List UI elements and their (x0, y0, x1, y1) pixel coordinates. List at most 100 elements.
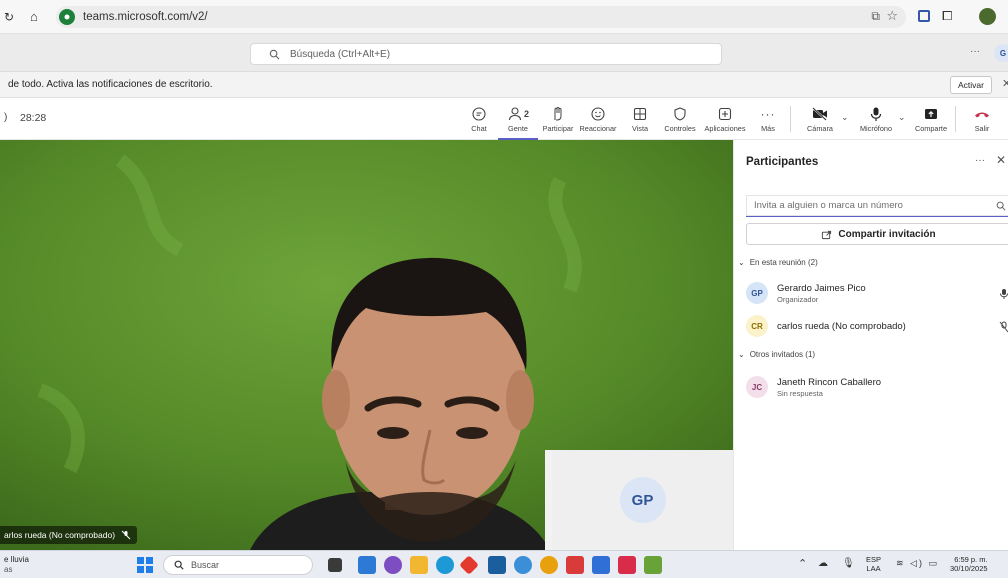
app-icon-4[interactable] (488, 556, 506, 574)
more-options-icon[interactable]: ··· (970, 46, 980, 57)
invited-row[interactable]: JC Janeth Rincon Caballero Sin respuesta (746, 376, 881, 398)
url-text: teams.microsoft.com/v2/ (83, 11, 208, 23)
people-icon (508, 107, 522, 121)
search-input[interactable]: Búsqueda (Ctrl+Alt+E) (250, 43, 722, 65)
search-icon (174, 560, 184, 570)
app-icon-5[interactable] (514, 556, 532, 574)
controls-label: Controles (664, 124, 696, 133)
raise-hand-icon (554, 107, 562, 121)
tray-chevron-icon[interactable]: ⌃ (798, 557, 807, 570)
share-button[interactable]: Comparte (911, 104, 951, 133)
panel-close-icon[interactable]: ✕ (996, 153, 1006, 167)
weather-line-1: e lluvia (4, 555, 29, 564)
back-icon[interactable]: ↻ (4, 10, 14, 24)
raise-hand-button[interactable]: Participar (538, 104, 578, 133)
camera-options-chevron-icon[interactable]: ⌄ (841, 112, 849, 123)
notification-text: de todo. Activa las notificaciones de es… (8, 79, 213, 90)
video-stage: GP arlos rueda (No comprobado) (0, 140, 733, 550)
language-line-1: ESP (866, 555, 882, 564)
microphone-icon (870, 107, 882, 121)
chrome-icon[interactable] (540, 556, 558, 574)
plus-box-icon (718, 107, 732, 121)
app-icon-3[interactable] (459, 555, 479, 575)
react-button[interactable]: Reaccionar (578, 104, 618, 133)
screen-cast-icon[interactable]: ⧉ (871, 9, 880, 24)
app-icon-6[interactable] (566, 556, 584, 574)
chat-icon (472, 107, 486, 121)
leave-button[interactable]: Salir (962, 104, 1002, 133)
chat-label: Chat (471, 124, 487, 133)
app-icon-8[interactable] (618, 556, 636, 574)
task-view-icon[interactable] (328, 558, 342, 572)
taskbar-search[interactable]: Buscar (163, 555, 313, 575)
mic-button[interactable]: Micrófono (856, 104, 896, 133)
people-button[interactable]: 2 Gente (498, 104, 538, 140)
weather-widget[interactable]: e lluvia as (4, 555, 29, 575)
windows-taskbar: e lluvia as Buscar ⌃ ☁ 🎙 ESP LAA ≋ ◁) ▭ … (0, 550, 1008, 578)
clock[interactable]: 6:59 p. m. 30/10/2025 (950, 555, 988, 573)
microphone-icon (1000, 289, 1008, 299)
panel-more-icon[interactable]: ··· (975, 155, 985, 166)
wifi-volume-battery-icons[interactable]: ≋ ◁) ▭ (896, 558, 939, 569)
self-view-tile[interactable]: GP (552, 450, 733, 550)
cloud-icon[interactable]: ☁ (818, 558, 828, 569)
in-meeting-section-header[interactable]: ⌄ En esta reunión (2) (738, 258, 818, 267)
app-icon-1[interactable] (358, 556, 376, 574)
view-button[interactable]: Vista (620, 104, 660, 133)
mic-options-chevron-icon[interactable]: ⌄ (898, 112, 906, 123)
teams-header: Búsqueda (Ctrl+Alt+E) ··· G (0, 34, 1008, 72)
timer-icon: ) (4, 112, 8, 123)
account-avatar[interactable]: G (994, 44, 1008, 62)
teams-app-icon[interactable] (644, 556, 662, 574)
participants-panel: Participantes ··· ✕ Invita a alguien o m… (733, 140, 1008, 550)
extensions-icon[interactable]: ⧠ (942, 8, 952, 24)
chevron-down-icon: ⌄ (738, 258, 745, 267)
mic-label: Micrófono (859, 124, 893, 133)
more-button[interactable]: ··· Más (748, 104, 788, 133)
controls-button[interactable]: Controles (660, 104, 700, 133)
people-count: 2 (523, 109, 529, 119)
hang-up-icon (975, 112, 989, 118)
view-label: Vista (631, 124, 649, 133)
invite-placeholder: Invita a alguien o marca un número (754, 200, 903, 211)
share-screen-icon (925, 109, 937, 119)
language-line-2: LAA (866, 564, 881, 573)
share-invite-button[interactable]: Compartir invitación (746, 223, 1008, 245)
app-icon-2[interactable] (384, 556, 402, 574)
avatar: JC (746, 376, 768, 398)
invite-input[interactable]: Invita a alguien o marca un número (746, 195, 1008, 217)
people-label: Gente (508, 124, 528, 133)
participant-row[interactable]: GP Gerardo Jaimes Pico Organizador (746, 282, 866, 304)
edge-icon[interactable] (436, 556, 454, 574)
close-icon[interactable]: ✕ (1002, 77, 1008, 90)
windows-start-icon[interactable] (137, 557, 153, 573)
activate-button[interactable]: Activar (950, 76, 992, 94)
meeting-timer: 28:28 (20, 112, 47, 124)
search-icon (996, 201, 1006, 211)
browser-toolbar: ↻ ⌂ teams.microsoft.com/v2/ ⧉ ☆ ⧠ (0, 0, 1008, 34)
speaker-name-tag: arlos rueda (No comprobado) (0, 526, 138, 544)
file-explorer-icon[interactable] (410, 556, 428, 574)
chevron-down-icon: ⌄ (738, 350, 745, 359)
address-bar[interactable]: teams.microsoft.com/v2/ ⧉ ☆ (56, 6, 906, 28)
search-icon (269, 49, 280, 59)
notification-bar: de todo. Activa las notificaciones de es… (0, 72, 1008, 98)
home-icon[interactable]: ⌂ (30, 9, 38, 24)
camera-button[interactable]: Cámara (800, 104, 840, 133)
tray-mic-icon[interactable]: 🎙 (842, 558, 855, 569)
app-icon-7[interactable] (592, 556, 610, 574)
favorite-star-icon[interactable]: ☆ (886, 8, 898, 24)
raise-hand-label: Participar (542, 124, 574, 133)
language-indicator[interactable]: ESP LAA (866, 555, 881, 573)
collections-icon[interactable] (918, 10, 930, 22)
camera-label: Cámara (807, 124, 833, 133)
camera-off-icon (812, 107, 827, 121)
share-invite-label: Compartir invitación (838, 228, 936, 240)
speaker-name: arlos rueda (No comprobado) (4, 530, 116, 540)
others-section-header[interactable]: ⌄ Otros invitados (1) (738, 350, 815, 359)
profile-avatar[interactable] (979, 8, 996, 25)
apps-button[interactable]: Aplicaciones (704, 104, 746, 133)
participant-row[interactable]: CR carlos rueda (No comprobado) (746, 315, 906, 337)
chat-button[interactable]: Chat (459, 104, 499, 133)
participant-status: Sin respuesta (777, 388, 823, 398)
